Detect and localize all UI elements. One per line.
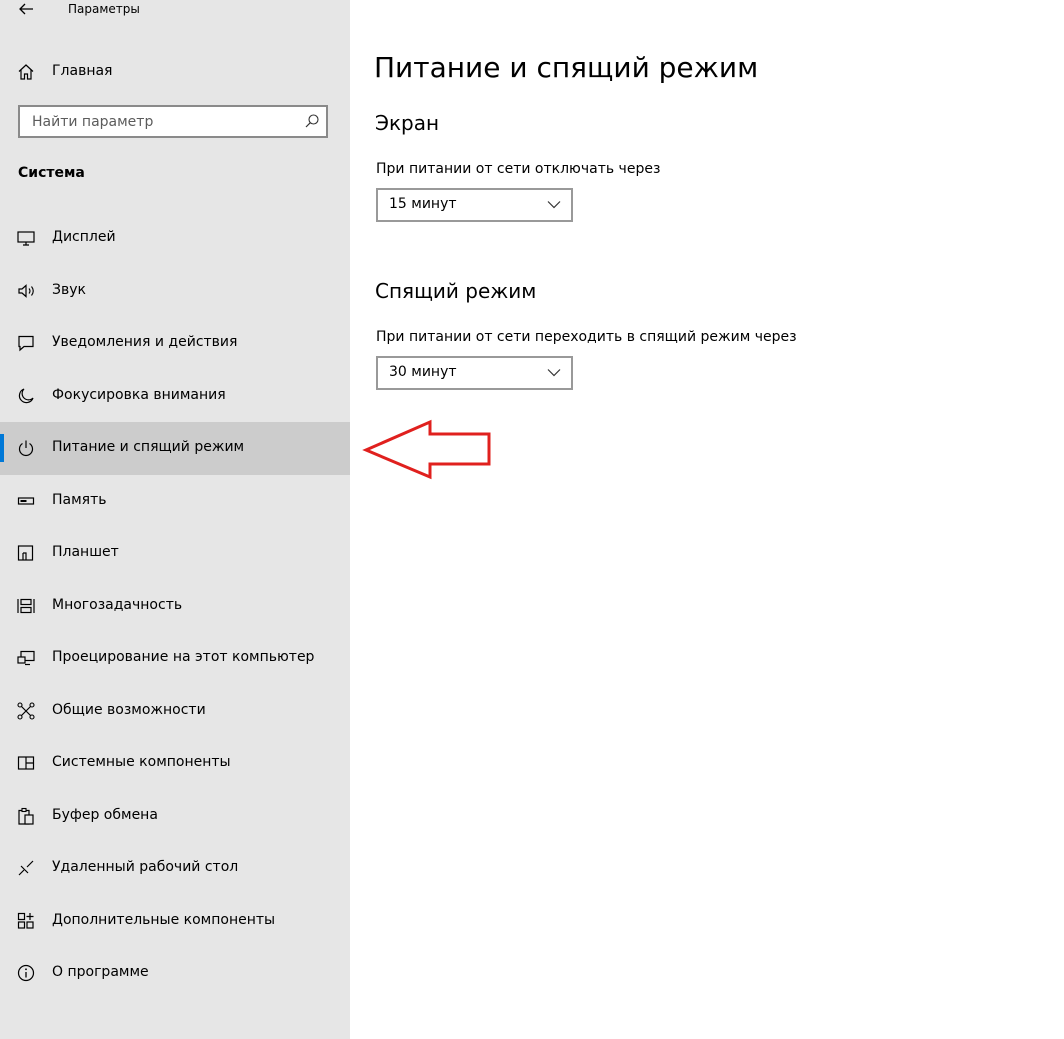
screen-timeout-value: 15 минут (389, 196, 457, 212)
sidebar-item-home[interactable]: Главная (0, 54, 350, 90)
screen-timeout-label: При питании от сети отключать через (376, 161, 661, 177)
title-bar: Параметры (0, 0, 350, 24)
notification-icon (16, 333, 36, 353)
sidebar-item-focus-assist[interactable]: Фокусировка внимания (0, 370, 350, 423)
sidebar-item-about[interactable]: О программе (0, 947, 350, 1000)
sidebar: Параметры Главная Система Дисплей (0, 0, 350, 1039)
page-title: Питание и спящий режим (374, 51, 759, 84)
screen-heading: Экран (375, 111, 440, 135)
section-title: Система (18, 165, 85, 181)
home-icon (16, 62, 36, 82)
sidebar-item-system-components[interactable]: Системные компоненты (0, 737, 350, 790)
clipboard-icon (16, 806, 36, 826)
sidebar-item-label: Удаленный рабочий стол (52, 859, 239, 875)
speaker-icon (16, 281, 36, 301)
red-arrow-annotation-icon (360, 418, 494, 482)
multitasking-icon (16, 596, 36, 616)
sleep-timeout-label: При питании от сети переходить в спящий … (376, 329, 797, 345)
storage-icon (16, 491, 36, 511)
optional-features-icon (16, 911, 36, 931)
tablet-icon (16, 543, 36, 563)
home-label: Главная (52, 63, 113, 79)
screen-timeout-dropdown[interactable]: 15 минут (376, 188, 573, 222)
search-box[interactable] (18, 105, 328, 138)
info-icon (16, 963, 36, 983)
search-input[interactable] (20, 107, 302, 136)
chevron-down-icon (547, 200, 561, 209)
system-components-icon (16, 753, 36, 773)
sidebar-item-notifications[interactable]: Уведомления и действия (0, 317, 350, 370)
sidebar-item-tablet[interactable]: Планшет (0, 527, 350, 580)
moon-icon (16, 386, 36, 406)
sidebar-item-label: Буфер обмена (52, 806, 158, 823)
sidebar-item-storage[interactable]: Память (0, 475, 350, 528)
sidebar-item-remote-desktop[interactable]: Удаленный рабочий стол (0, 842, 350, 895)
active-indicator (0, 434, 4, 462)
sidebar-item-label: Дисплей (52, 229, 116, 245)
sidebar-item-label: Фокусировка внимания (52, 386, 226, 403)
sidebar-item-label: Звук (52, 281, 86, 298)
sleep-heading: Спящий режим (375, 279, 537, 303)
projecting-icon (16, 648, 36, 668)
app-title: Параметры (68, 2, 140, 16)
sidebar-item-shared-experiences[interactable]: Общие возможности (0, 685, 350, 738)
chevron-down-icon (547, 368, 561, 377)
sidebar-item-label: О программе (52, 964, 149, 980)
sidebar-item-label: Уведомления и действия (52, 334, 238, 350)
sidebar-item-display[interactable]: Дисплей (0, 212, 350, 265)
sidebar-item-label: Питание и спящий режим (52, 439, 245, 455)
search-icon[interactable] (304, 113, 320, 129)
monitor-icon (16, 228, 36, 248)
sidebar-item-power-sleep[interactable]: Питание и спящий режим (0, 422, 350, 475)
sidebar-item-sound[interactable]: Звук (0, 265, 350, 318)
sleep-timeout-value: 30 минут (389, 364, 457, 380)
sidebar-item-label: Память (52, 491, 107, 508)
sidebar-item-label: Системные компоненты (52, 754, 231, 770)
sidebar-item-label: Проецирование на этот компьютер (52, 649, 315, 665)
sidebar-item-label: Многозадачность (52, 596, 183, 613)
sidebar-item-projecting[interactable]: Проецирование на этот компьютер (0, 632, 350, 685)
sidebar-item-label: Общие возможности (52, 701, 206, 718)
sidebar-nav: Дисплей Звук Уведомления и действия Фоку… (0, 212, 350, 1000)
sleep-timeout-dropdown[interactable]: 30 минут (376, 356, 573, 390)
sidebar-item-multitasking[interactable]: Многозадачность (0, 580, 350, 633)
back-arrow-icon[interactable] (16, 1, 36, 17)
sidebar-item-label: Планшет (52, 544, 119, 560)
remote-desktop-icon (16, 858, 36, 878)
power-icon (16, 438, 36, 458)
sidebar-item-label: Дополнительные компоненты (52, 911, 276, 928)
sidebar-item-optional-features[interactable]: Дополнительные компоненты (0, 895, 350, 948)
shared-experiences-icon (16, 701, 36, 721)
sidebar-item-clipboard[interactable]: Буфер обмена (0, 790, 350, 843)
